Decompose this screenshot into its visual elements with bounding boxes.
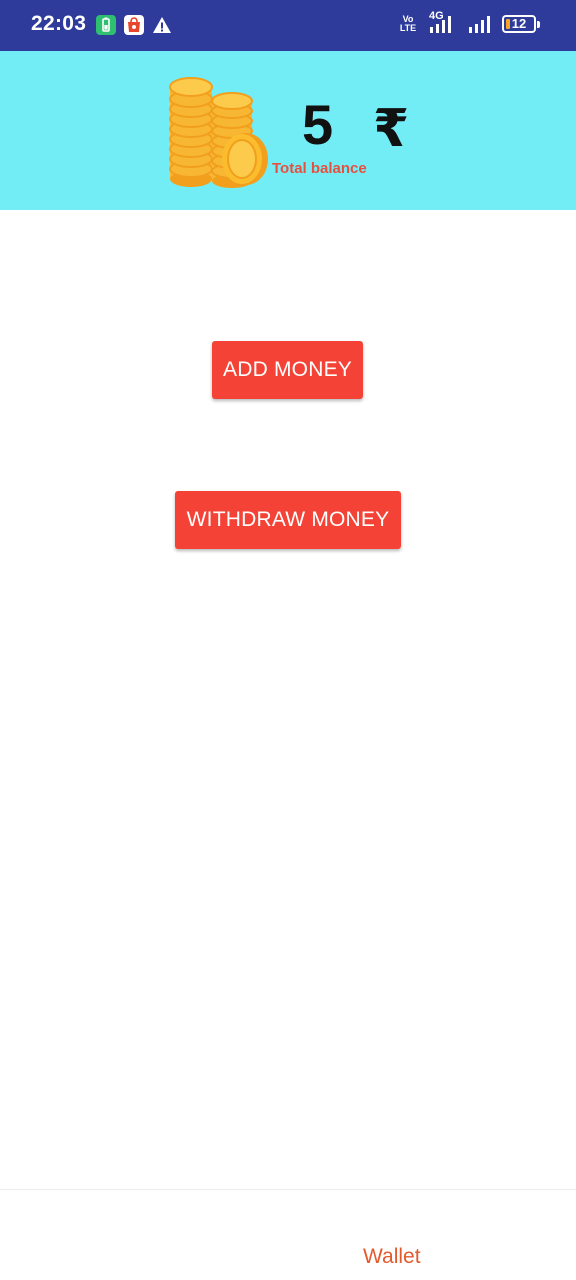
status-time: 22:03: [31, 12, 87, 35]
balance-amount: 5: [302, 93, 334, 156]
signal-sim1: 4G: [428, 10, 460, 35]
balance-label: Total balance: [272, 160, 367, 177]
battery-level-fill: [506, 19, 510, 29]
add-money-button[interactable]: ADD MONEY: [212, 341, 363, 399]
balance-header: 5 ₹ Total balance: [0, 51, 576, 210]
status-bar: 22:03 Vo LTE 4G 12: [0, 0, 576, 51]
nav-item-wallet[interactable]: Wallet: [363, 1245, 421, 1269]
network-type-label: 4G: [429, 10, 444, 22]
volte-indicator: Vo LTE: [396, 15, 420, 33]
bottom-navigation: Wallet: [0, 1189, 576, 1280]
rupee-icon: ₹: [373, 99, 410, 159]
wallet-screen: 22:03 Vo LTE 4G 12 5 ₹ Total balance ADD…: [0, 0, 576, 1280]
coin-stack-icon: [169, 77, 268, 188]
warning-icon: [153, 17, 171, 33]
notification-icons: [96, 15, 172, 35]
store-bag-icon: [124, 15, 144, 35]
battery-level-text: 12: [511, 16, 527, 31]
battery-saver-icon: [96, 15, 116, 35]
system-indicators: Vo LTE 4G 12: [396, 10, 540, 35]
withdraw-money-button[interactable]: WITHDRAW MONEY: [175, 491, 401, 549]
volte-line-2: LTE: [399, 23, 417, 33]
signal-sim2-icon: [469, 16, 490, 33]
battery-indicator: 12: [502, 15, 540, 33]
